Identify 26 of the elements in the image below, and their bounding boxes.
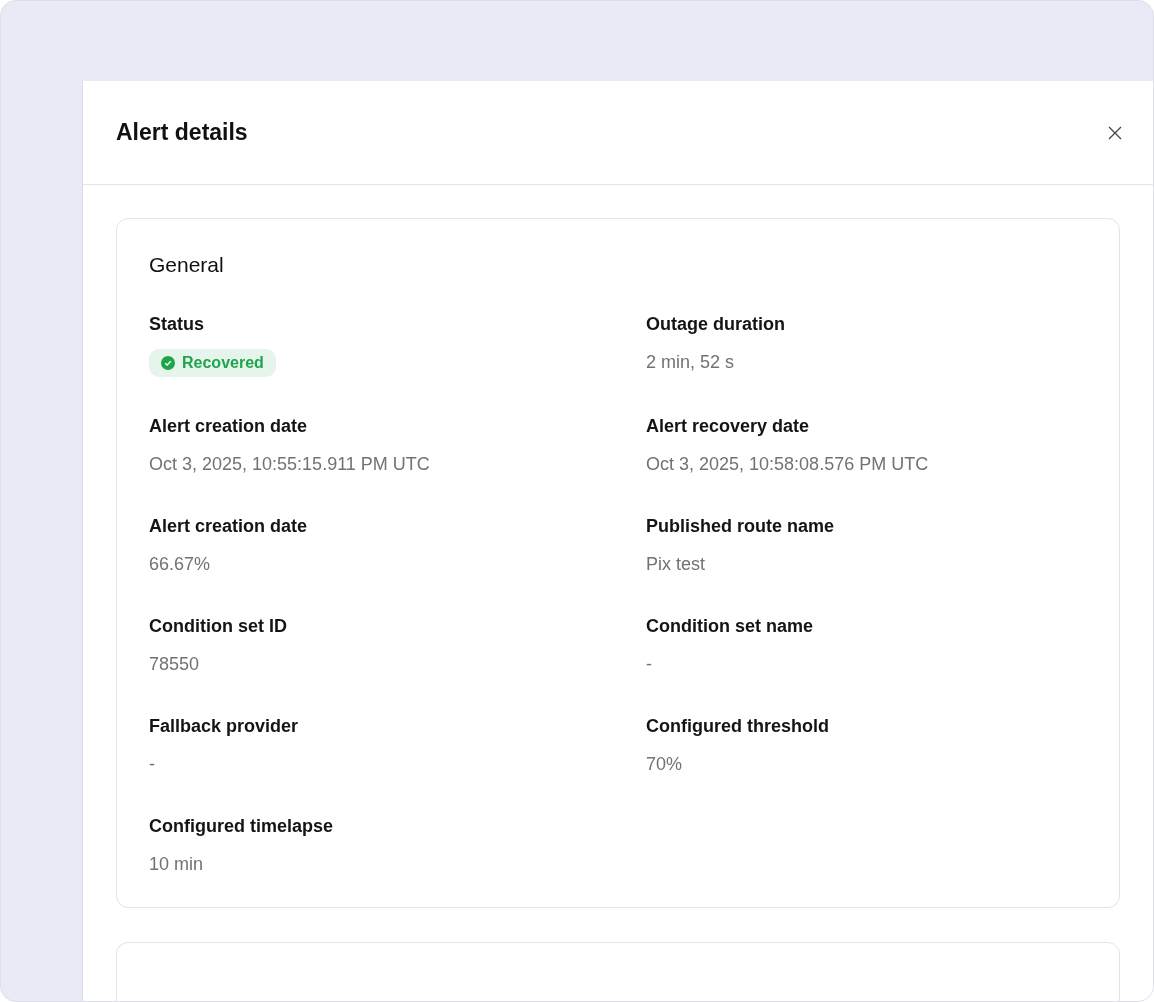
field-value: Oct 3, 2025, 10:55:15.911 PM UTC xyxy=(149,453,431,476)
card-heading: General xyxy=(149,253,225,277)
field-value: - xyxy=(646,653,653,676)
field-label: Configured timelapse xyxy=(149,815,335,837)
field-value: - xyxy=(149,753,156,776)
field-label: Published route name xyxy=(646,515,836,537)
field-label: Alert creation date xyxy=(149,415,309,437)
field-value: 78550 xyxy=(149,653,201,676)
field-label: Alert creation date xyxy=(149,515,309,537)
status-badge: Recovered xyxy=(149,349,276,377)
field-value: Pix test xyxy=(646,553,707,576)
field-label: Condition set ID xyxy=(149,615,288,637)
field-label: Status xyxy=(149,313,205,335)
check-circle-icon xyxy=(161,356,175,370)
field-value: 10 min xyxy=(149,853,205,876)
field-label: Outage duration xyxy=(646,313,786,335)
field-value: Oct 3, 2025, 10:58:08.576 PM UTC xyxy=(646,453,930,476)
field-value: 66.67% xyxy=(149,553,212,576)
field-label: Configured threshold xyxy=(646,715,830,737)
close-icon xyxy=(1107,124,1123,141)
field-label: Condition set name xyxy=(646,615,814,637)
panel-title: Alert details xyxy=(116,119,248,146)
field-label: Fallback provider xyxy=(149,715,300,737)
field-label: Alert recovery date xyxy=(646,415,811,437)
field-value: 2 min, 52 s xyxy=(646,351,736,374)
field-value: 70% xyxy=(646,753,684,776)
